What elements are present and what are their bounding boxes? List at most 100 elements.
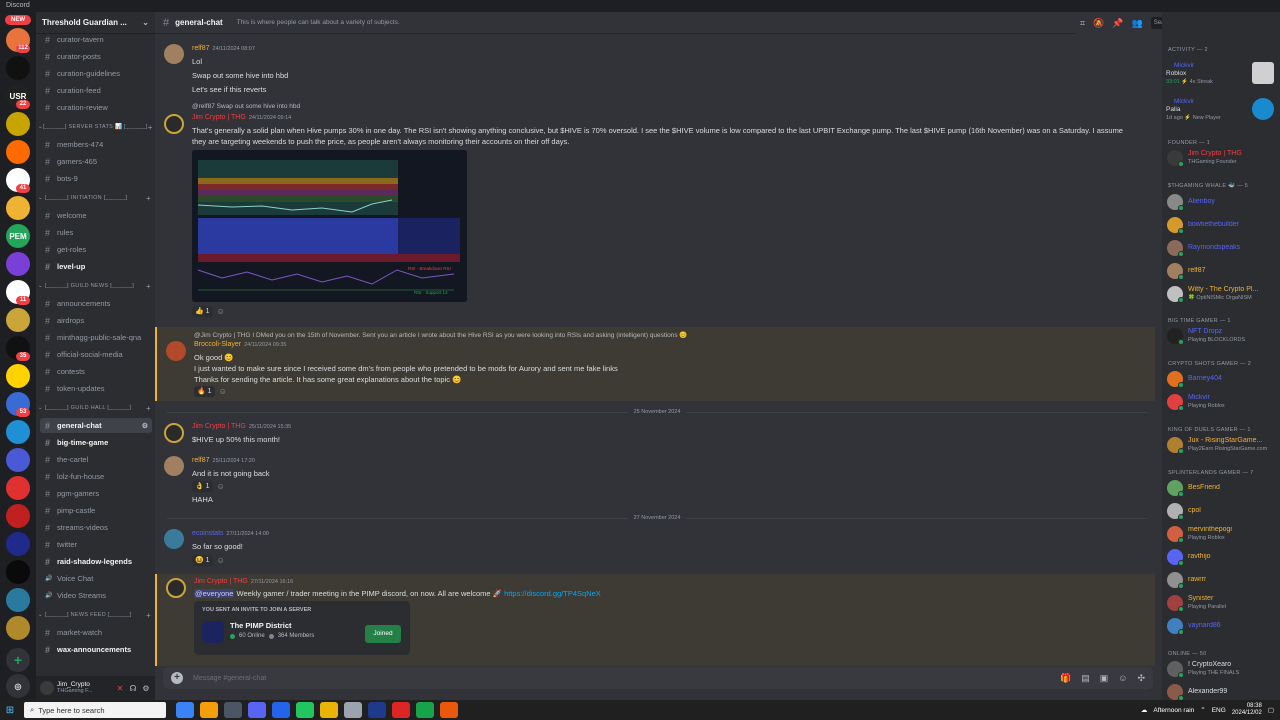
add-reaction-icon[interactable]: ☺ — [217, 482, 225, 491]
channel-wax-announcements[interactable]: # wax-announcements — [40, 642, 152, 657]
author-name[interactable]: relf87 — [192, 457, 210, 464]
author-name[interactable]: Broccoli-Slayer — [194, 341, 241, 348]
channel-market-watch[interactable]: # market-watch — [40, 625, 152, 640]
channel-gamers-465[interactable]: # gamers-465 — [40, 154, 152, 169]
message-input[interactable]: Message #general-chat — [193, 675, 1050, 682]
channel-lolz-fun-house[interactable]: # lolz-fun-house — [40, 469, 152, 484]
channel-rules[interactable]: # rules — [40, 225, 152, 240]
member-item[interactable]: ravthijo — [1167, 547, 1277, 567]
server-11-icon[interactable] — [6, 308, 30, 332]
channel-twitter[interactable]: # twitter — [40, 537, 152, 552]
taskbar-app[interactable] — [176, 702, 194, 718]
channel-video-streams[interactable]: 🔊 Video Streams — [40, 588, 152, 603]
channel-airdrops[interactable]: # airdrops — [40, 313, 152, 328]
server-20-icon[interactable] — [6, 560, 30, 584]
channel-category[interactable]: ⌄ [______] INITIATION [______] + — [38, 192, 151, 204]
author-name[interactable]: Jim Crypto | THG — [192, 114, 246, 121]
discover-icon[interactable]: ◎ — [6, 674, 30, 698]
author-name[interactable]: ecoinstats — [192, 530, 224, 537]
channel-bots-9[interactable]: # bots-9 — [40, 171, 152, 186]
activity-card[interactable]: Mickvir Roblox 33:01 ⚡ 4x Streak — [1166, 62, 1276, 86]
threads-icon[interactable]: ⌗ — [1080, 18, 1085, 29]
channel-category[interactable]: ⌄ [______] GUILD HALL [______] + — [38, 402, 151, 414]
mention[interactable]: @everyone — [194, 589, 235, 598]
weather-text[interactable]: Afternoon rain — [1153, 707, 1194, 714]
chevron-up-icon[interactable]: ⌃ — [1200, 706, 1205, 714]
create-channel-icon[interactable]: + — [146, 282, 151, 291]
avatar[interactable] — [164, 423, 184, 443]
channel-members-474[interactable]: # members-474 — [40, 137, 152, 152]
channel-curator-posts[interactable]: # curator-posts — [40, 49, 152, 64]
server-18-icon[interactable] — [6, 504, 30, 528]
member-item[interactable]: vaynard86 — [1167, 616, 1277, 636]
server-21-icon[interactable] — [6, 588, 30, 612]
emoji-icon[interactable]: ☺ — [1118, 673, 1127, 683]
channel-category[interactable]: ⌄ [______] NEWS FEED [______] + — [38, 609, 151, 621]
server-22-icon[interactable] — [6, 616, 30, 640]
server-pem-icon[interactable]: PEM — [6, 224, 30, 248]
windows-start-icon[interactable]: ⊞ — [0, 705, 20, 716]
add-server-icon[interactable]: + — [6, 648, 30, 672]
taskbar-app[interactable] — [296, 702, 314, 718]
taskbar-app[interactable] — [440, 702, 458, 718]
reply-preview[interactable]: @Jim Crypto | THG I DMed you on the 15th… — [194, 331, 688, 339]
channel-level-up[interactable]: # level-up — [40, 259, 152, 274]
reply-preview[interactable]: @relf87 Swap out some hive into hbd — [192, 103, 300, 110]
member-item[interactable]: BesFriend — [1167, 478, 1277, 498]
create-channel-icon[interactable]: + — [146, 665, 151, 667]
channel-topic[interactable]: This is where people can talk about a va… — [237, 19, 400, 26]
pin-icon[interactable]: 📌 — [1112, 18, 1123, 29]
channel-welcome[interactable]: # welcome — [40, 208, 152, 223]
reaction[interactable]: 🔥 1 — [194, 386, 215, 397]
gift-icon[interactable]: 🎁 — [1060, 673, 1071, 684]
members-icon[interactable]: 👥 — [1132, 18, 1143, 29]
member-item[interactable]: rawrrr — [1167, 570, 1277, 590]
server-2-icon[interactable] — [6, 56, 30, 80]
server-16-icon[interactable] — [6, 448, 30, 472]
server-7-icon[interactable] — [6, 196, 30, 220]
taskbar-search[interactable]: ⌕ Type here to search — [24, 702, 166, 718]
create-channel-icon[interactable]: + — [146, 611, 151, 620]
taskbar-app[interactable] — [416, 702, 434, 718]
channel-pgm-gamers[interactable]: # pgm-gamers — [40, 486, 152, 501]
channel-voice-chat[interactable]: 🔊 Voice Chat — [40, 571, 152, 586]
channel-category[interactable]: ⌄ [______] SERVER STATS 📊 [______] + — [38, 121, 153, 133]
member-item[interactable]: Barney404 — [1167, 369, 1277, 389]
create-channel-icon[interactable]: + — [148, 123, 153, 132]
taskbar-app[interactable] — [344, 702, 362, 718]
server-15-icon[interactable] — [6, 420, 30, 444]
channel-big-time-game[interactable]: # big-time-game — [40, 435, 152, 450]
avatar[interactable] — [40, 681, 54, 695]
avatar[interactable] — [164, 114, 184, 134]
server-5-icon[interactable] — [6, 140, 30, 164]
create-channel-icon[interactable]: + — [146, 194, 151, 203]
member-item[interactable]: Raymondspeaks — [1167, 238, 1277, 258]
taskbar-app[interactable] — [368, 702, 386, 718]
invite-link[interactable]: https://discord.gg/TP4SqNeX — [504, 589, 601, 598]
channel-minthagg-public-sale-qna[interactable]: # minthagg-public-sale-qna — [40, 330, 152, 345]
channel-settings-icon[interactable]: ⚙ — [142, 422, 148, 430]
member-item[interactable]: Jux - RisingStarGame... Play2Earn RisingS… — [1167, 435, 1277, 455]
member-item[interactable]: Alienboy — [1167, 192, 1277, 212]
reaction[interactable]: 😆 1 — [192, 555, 213, 566]
activity-card[interactable]: Mickvir Palia 1d ago ⚡ New Player — [1166, 98, 1276, 122]
channel-curation-guidelines[interactable]: # curation-guidelines — [40, 66, 152, 81]
taskbar-app[interactable] — [392, 702, 410, 718]
weather-icon[interactable]: ☁ — [1141, 706, 1148, 714]
server-9-icon[interactable] — [6, 252, 30, 276]
joined-button[interactable]: Joined — [365, 625, 401, 643]
channel-announcements[interactable]: # announcements — [40, 296, 152, 311]
member-item[interactable]: Jim Crypto | THG THGaming Founder — [1167, 148, 1277, 168]
channel-token-updates[interactable]: # token-updates — [40, 381, 152, 396]
server-17-icon[interactable] — [6, 476, 30, 500]
member-item[interactable]: Synister Playing Parallel — [1167, 593, 1277, 613]
reaction[interactable]: 👍 1 — [192, 306, 213, 317]
channel-the-cartel[interactable]: # the-cartel — [40, 452, 152, 467]
channel-category[interactable]: ⌄ [______] GUILD NEWS [______] + — [38, 280, 151, 292]
add-attachment-icon[interactable]: + — [171, 672, 183, 684]
add-reaction-icon[interactable]: ☺ — [217, 556, 225, 565]
author-name[interactable]: Jim Crypto | THG — [194, 578, 248, 585]
sticker-icon[interactable]: ▣ — [1100, 673, 1109, 684]
add-reaction-icon[interactable]: ☺ — [217, 307, 225, 316]
member-item[interactable]: cpol — [1167, 501, 1277, 521]
